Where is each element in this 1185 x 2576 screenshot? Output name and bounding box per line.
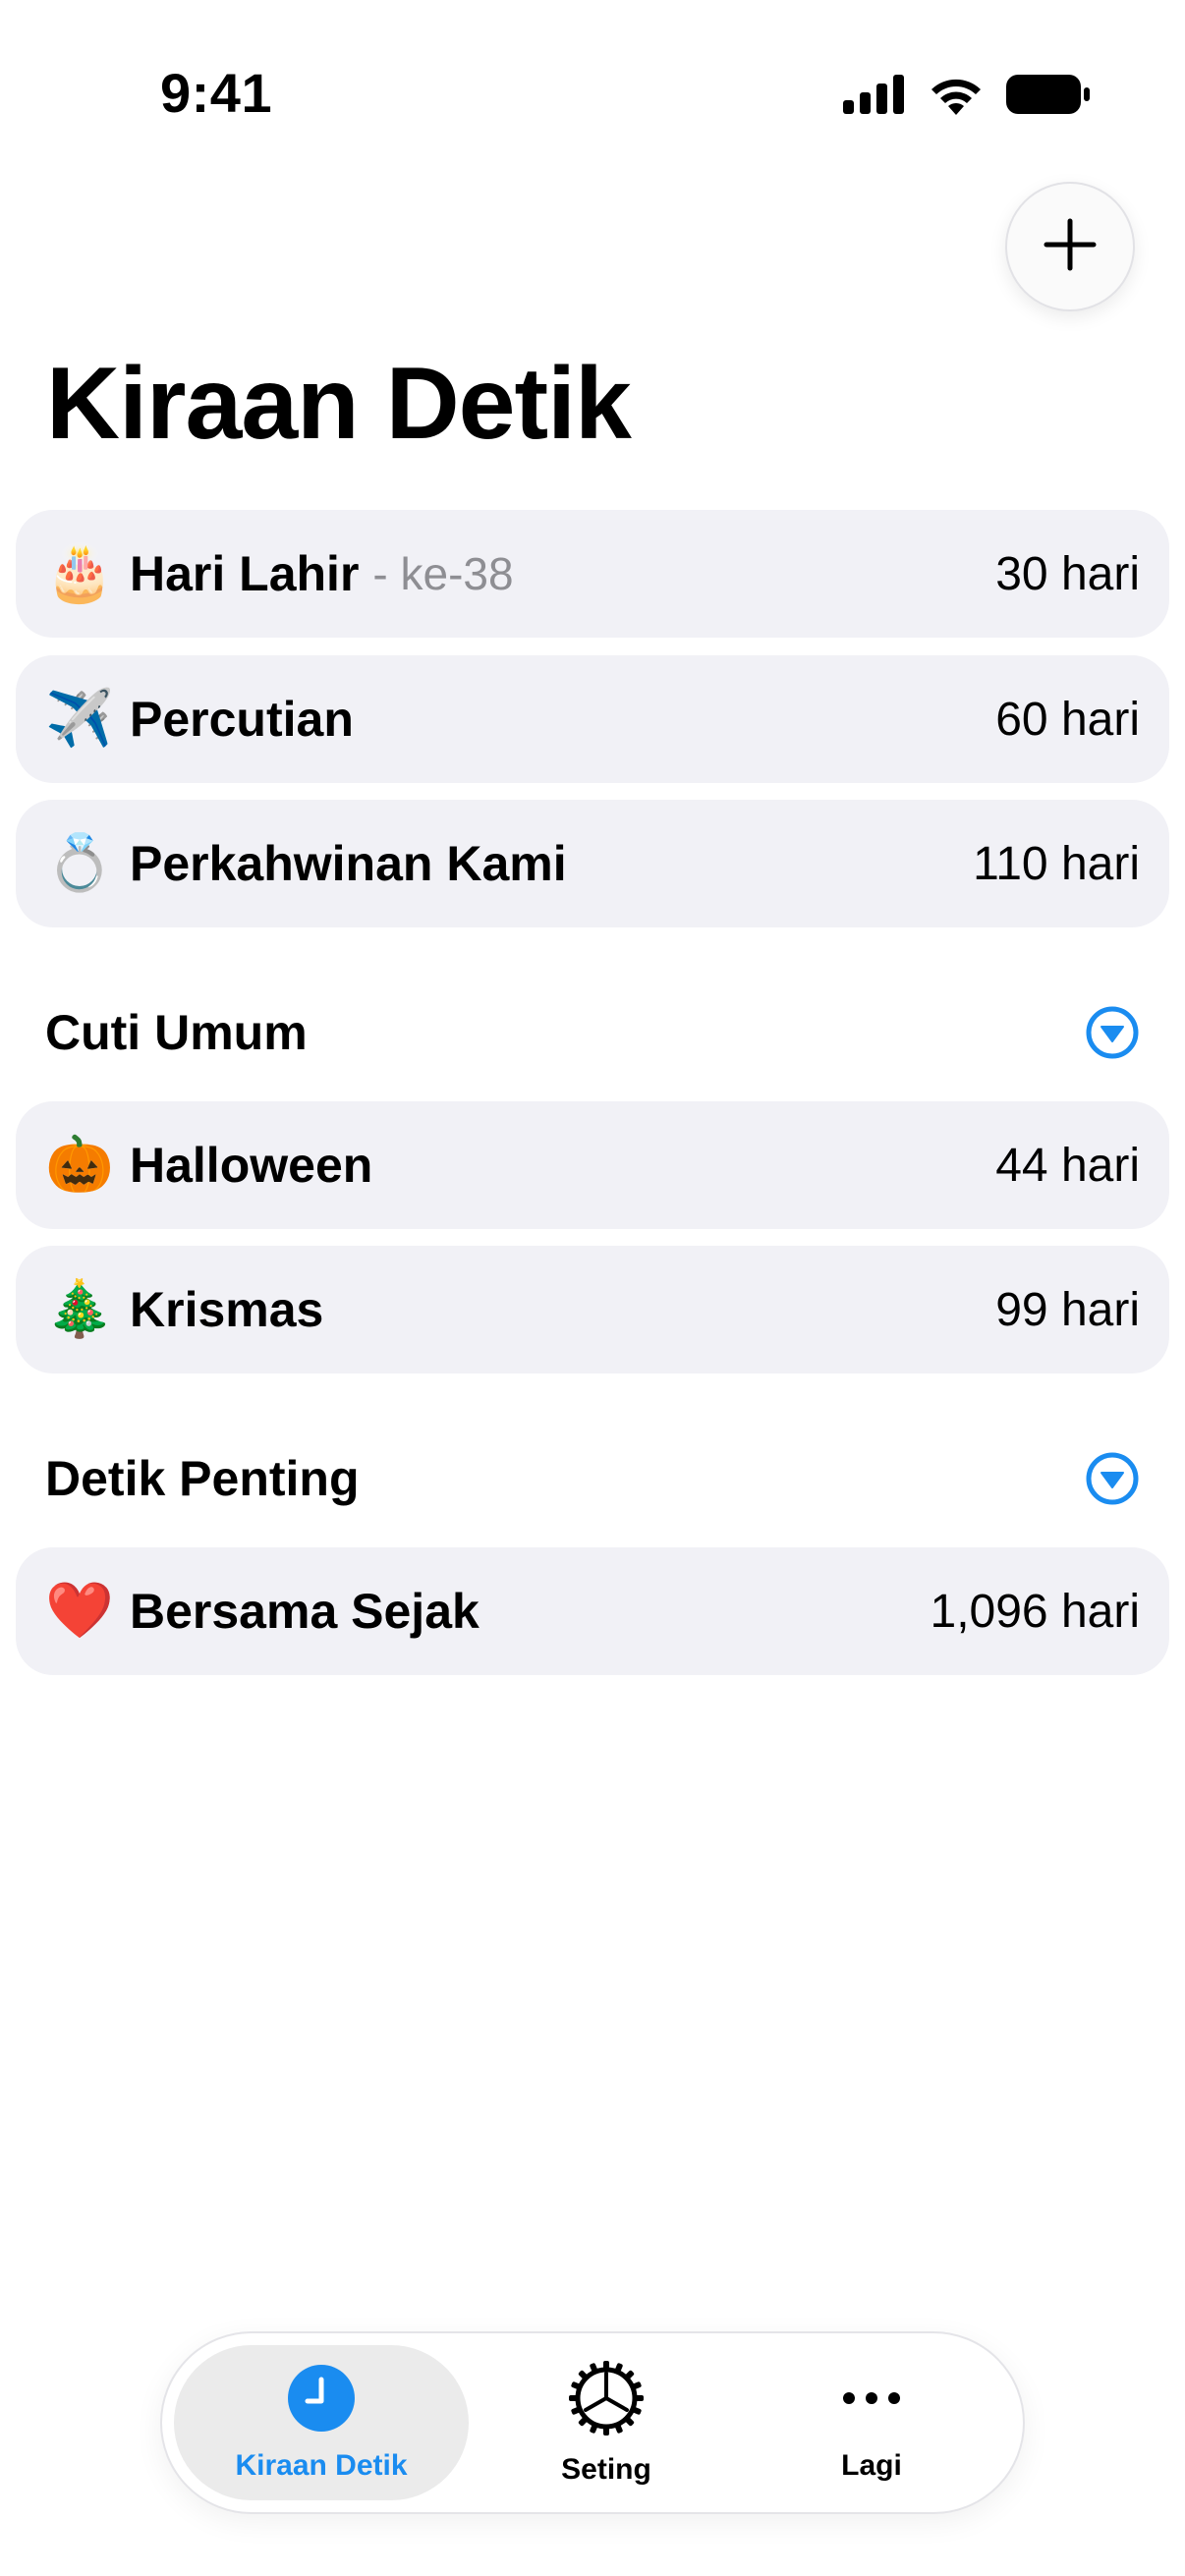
ring-icon: 💍 — [45, 831, 114, 895]
event-days: 60 hari — [995, 693, 1140, 746]
battery-icon — [1006, 73, 1091, 121]
christmas-tree-icon: 🎄 — [45, 1277, 114, 1341]
event-title: Percutian — [130, 692, 354, 747]
tab-label: Lagi — [841, 2448, 902, 2482]
tab-label: Kiraan Detik — [235, 2448, 408, 2482]
status-icons — [843, 73, 1091, 121]
event-row-together-since[interactable]: ❤️ Bersama Sejak 1,096 hari — [16, 1547, 1169, 1675]
gear-icon — [568, 2360, 645, 2441]
section-header-important-moments: Detik Penting — [45, 1439, 1140, 1518]
tab-countdown[interactable]: Kiraan Detik — [174, 2345, 469, 2500]
tab-bar: Kiraan Detik Seting Lagi — [160, 2331, 1025, 2514]
event-days: 99 hari — [995, 1283, 1140, 1336]
event-row-vacation[interactable]: ✈️ Percutian 60 hari — [16, 655, 1169, 783]
event-days: 110 hari — [973, 837, 1140, 890]
more-icon — [837, 2364, 906, 2437]
airplane-icon: ✈️ — [45, 687, 114, 751]
event-days: 1,096 hari — [930, 1585, 1141, 1638]
chevron-down-circle-icon[interactable] — [1085, 1451, 1140, 1506]
event-row-birthday[interactable]: 🎂 Hari Lahir - ke-38 30 hari — [16, 510, 1169, 638]
pumpkin-icon: 🎃 — [45, 1133, 114, 1197]
event-days: 44 hari — [995, 1139, 1140, 1192]
heart-icon: ❤️ — [45, 1579, 114, 1643]
tab-label: Seting — [561, 2452, 651, 2486]
cellular-signal-icon — [843, 75, 906, 119]
event-row-halloween[interactable]: 🎃 Halloween 44 hari — [16, 1101, 1169, 1229]
status-bar: 9:41 — [0, 0, 1185, 187]
event-title: Perkahwinan Kami — [130, 836, 567, 891]
event-title: Hari Lahir — [130, 546, 360, 601]
chevron-down-circle-icon[interactable] — [1085, 1005, 1140, 1060]
event-subtitle: - ke-38 — [372, 548, 514, 599]
add-button[interactable] — [1005, 182, 1135, 311]
section-title: Cuti Umum — [45, 1005, 308, 1060]
cake-icon: 🎂 — [45, 541, 114, 605]
event-title: Bersama Sejak — [130, 1584, 480, 1639]
plus-icon — [1043, 217, 1098, 277]
section-header-public-holidays: Cuti Umum — [45, 993, 1140, 1072]
wifi-icon — [928, 74, 985, 120]
clock-icon — [287, 2364, 356, 2437]
event-days: 30 hari — [995, 547, 1140, 600]
section-title: Detik Penting — [45, 1451, 360, 1506]
event-row-wedding[interactable]: 💍 Perkahwinan Kami 110 hari — [16, 800, 1169, 927]
event-row-christmas[interactable]: 🎄 Krismas 99 hari — [16, 1246, 1169, 1373]
tab-settings[interactable]: Seting — [469, 2345, 744, 2500]
page-title: Kiraan Detik — [46, 347, 632, 461]
status-time: 9:41 — [160, 62, 273, 124]
event-title: Krismas — [130, 1282, 324, 1337]
tab-more[interactable]: Lagi — [744, 2345, 999, 2500]
event-title: Halloween — [130, 1138, 373, 1193]
